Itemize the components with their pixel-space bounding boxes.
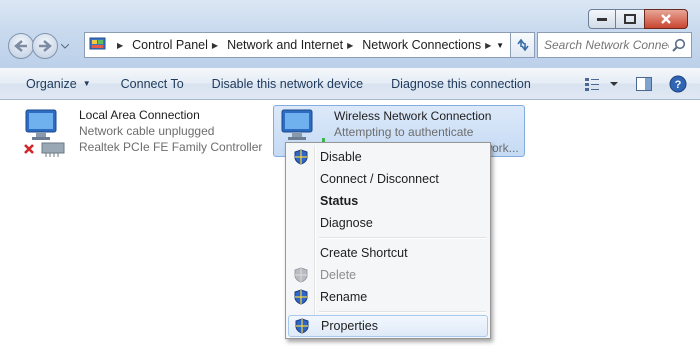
menu-separator <box>319 311 486 313</box>
search-icon[interactable] <box>672 38 686 52</box>
connection-name: Wireless Network Connection <box>334 109 492 123</box>
connection-name: Local Area Connection <box>79 108 200 122</box>
window-controls <box>588 9 688 29</box>
back-button[interactable] <box>8 33 34 59</box>
address-bar[interactable]: ▶ Control Panel ▶ Network and Internet ▶ N… <box>84 32 511 58</box>
forward-arrow-icon <box>39 40 52 52</box>
menu-item-diagnose[interactable]: Diagnose <box>288 212 488 234</box>
connection-device: Realtek PCIe FE Family Controller <box>79 140 263 154</box>
menu-item-properties[interactable]: Properties <box>288 315 488 337</box>
view-controls: ? <box>582 72 690 96</box>
back-arrow-icon <box>14 40 27 52</box>
svg-text:?: ? <box>675 79 682 91</box>
refresh-button[interactable] <box>511 32 535 58</box>
menu-item-status[interactable]: Status <box>288 190 488 212</box>
menu-separator <box>319 237 486 239</box>
control-panel-icon <box>89 36 107 55</box>
menu-item-disable[interactable]: Disable <box>288 146 488 168</box>
search-input[interactable] <box>544 38 669 52</box>
minimize-icon <box>597 18 607 21</box>
maximize-button[interactable] <box>615 9 645 29</box>
breadcrumb-arrow[interactable]: ▶ <box>212 41 218 50</box>
uac-shield-icon <box>288 267 314 283</box>
preview-pane-button[interactable] <box>632 72 656 96</box>
uac-shield-icon <box>288 289 314 305</box>
breadcrumb-network-connections[interactable]: Network Connections ▶ <box>362 38 498 52</box>
connect-to-button[interactable]: Connect To <box>113 72 192 96</box>
connection-status: Attempting to authenticate <box>334 125 474 139</box>
organize-menu-button[interactable]: Organize ▼ <box>18 72 99 96</box>
forward-button[interactable] <box>32 33 58 59</box>
breadcrumb-arrow[interactable]: ▶ <box>347 41 353 50</box>
breadcrumb-separator[interactable]: ▶ <box>113 41 130 50</box>
lan-connection-details: Local Area Connection Network cable unpl… <box>79 107 262 157</box>
network-adapter-icon <box>22 107 74 157</box>
navigation-row: ▶ Control Panel ▶ Network and Internet ▶ N… <box>8 32 692 60</box>
address-dropdown-icon[interactable]: ▼ <box>496 41 504 50</box>
chevron-down-icon <box>61 43 69 49</box>
recent-pages-button[interactable] <box>60 43 70 49</box>
diagnose-connection-button[interactable]: Diagnose this connection <box>383 72 539 96</box>
context-menu: Disable Connect / Disconnect Status Diag… <box>285 142 491 339</box>
search-box[interactable] <box>537 32 692 58</box>
change-view-button[interactable] <box>582 72 622 96</box>
disable-device-button[interactable]: Disable this network device <box>204 72 371 96</box>
breadcrumb-control-panel[interactable]: Control Panel ▶ <box>132 38 225 52</box>
lan-connection-item[interactable]: Local Area Connection Network cable unpl… <box>22 107 262 157</box>
view-details-icon <box>585 78 618 91</box>
window-frame: ▶ Control Panel ▶ Network and Internet ▶ N… <box>0 0 700 68</box>
command-bar: Organize ▼ Connect To Disable this networ… <box>0 68 700 100</box>
menu-item-connect-disconnect[interactable]: Connect / Disconnect <box>288 168 488 190</box>
close-button[interactable] <box>644 9 688 29</box>
chevron-down-icon: ▼ <box>82 79 91 88</box>
menu-item-rename[interactable]: Rename <box>288 286 488 308</box>
minimize-button[interactable] <box>588 9 616 29</box>
menu-item-delete: Delete <box>288 264 488 286</box>
close-icon <box>661 14 671 24</box>
help-button[interactable]: ? <box>666 72 690 96</box>
refresh-icon <box>516 38 529 52</box>
breadcrumb-arrow[interactable]: ▶ <box>485 41 491 50</box>
connection-status: Network cable unplugged <box>79 124 215 138</box>
menu-item-create-shortcut[interactable]: Create Shortcut <box>288 242 488 264</box>
preview-pane-icon <box>636 77 652 91</box>
uac-shield-icon <box>289 318 315 334</box>
breadcrumb-network-and-internet[interactable]: Network and Internet ▶ <box>227 38 360 52</box>
help-icon: ? <box>669 75 687 93</box>
maximize-icon <box>624 14 636 24</box>
uac-shield-icon <box>288 149 314 165</box>
